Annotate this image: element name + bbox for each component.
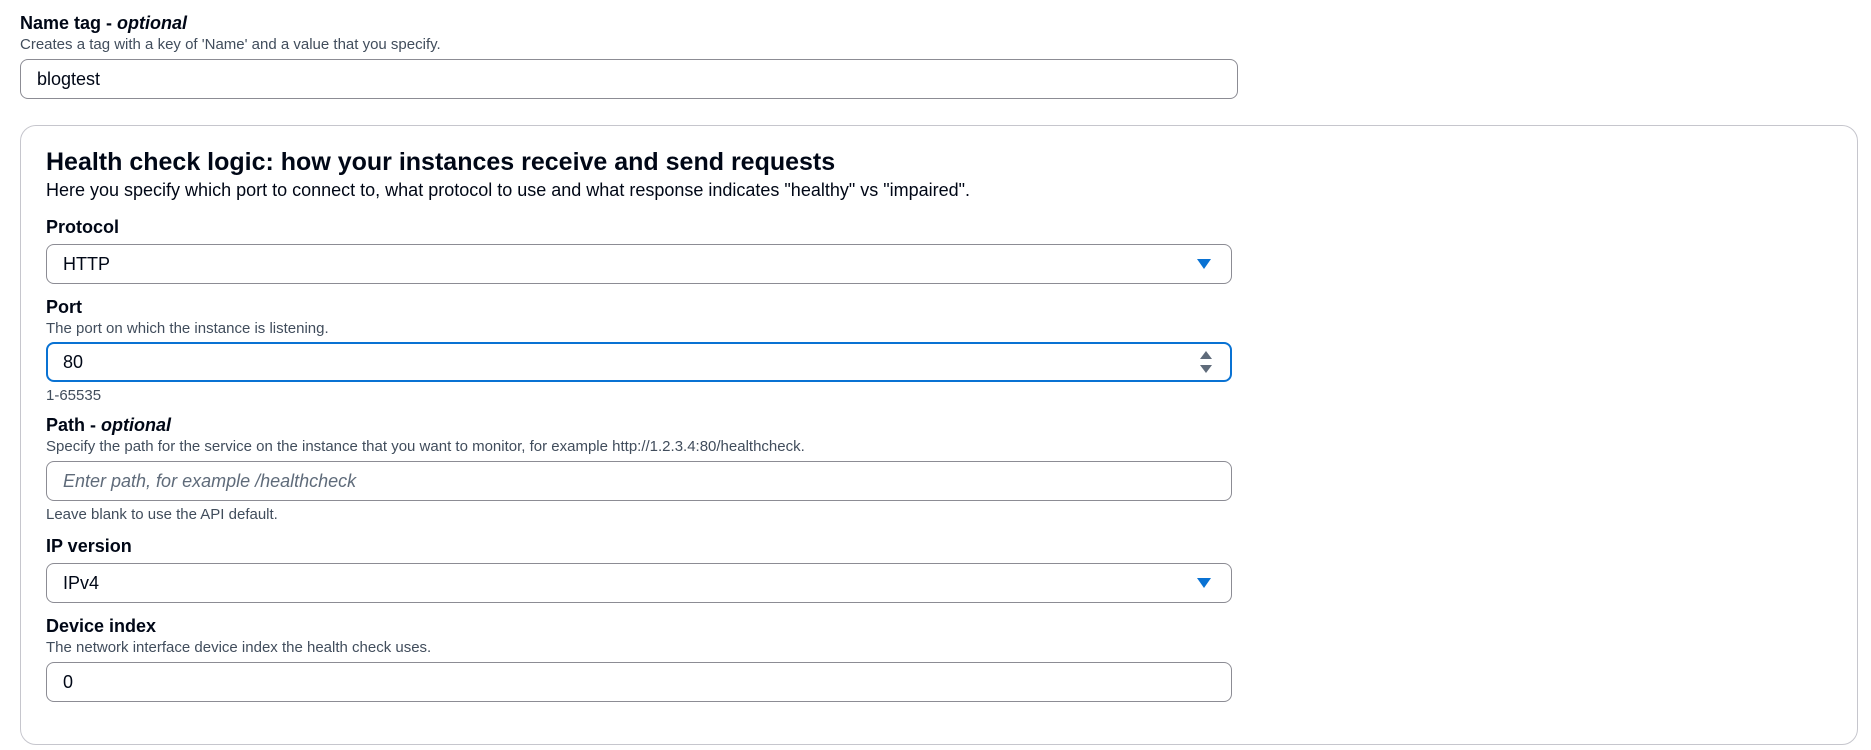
port-label: Port <box>46 297 82 317</box>
path-field: Path - optional Specify the path for the… <box>46 414 1232 525</box>
path-label: Path - optional <box>46 414 1232 436</box>
health-check-title: Health check logic: how your instances r… <box>46 148 836 176</box>
device-index-label: Device index <box>46 616 157 636</box>
path-optional: optional <box>101 415 172 435</box>
device-index-field: Device index The network interface devic… <box>46 615 1232 702</box>
page: Name tag - optional Creates a tag with a… <box>20 12 1860 745</box>
protocol-select[interactable]: HTTP <box>46 244 1232 284</box>
device-index-description: The network interface device index the h… <box>46 639 432 656</box>
port-description: The port on which the instance is listen… <box>46 320 329 337</box>
device-index-input[interactable]: 0 <box>46 662 1232 702</box>
protocol-value: HTTP <box>63 253 110 274</box>
stepper-down-icon[interactable] <box>1200 365 1212 373</box>
caret-down-icon <box>1197 578 1211 588</box>
stepper-up-icon[interactable] <box>1200 351 1212 359</box>
port-field: Port The port on which the instance is l… <box>46 296 1232 406</box>
caret-down-icon <box>1197 259 1211 269</box>
name-tag-optional: optional <box>117 13 188 33</box>
path-input[interactable]: Enter path, for example /healthcheck <box>46 461 1232 501</box>
stepper-icon[interactable] <box>1199 349 1213 375</box>
port-input[interactable]: 80 <box>46 342 1232 382</box>
name-tag-label-text: Name tag - <box>20 13 118 33</box>
path-placeholder: Enter path, for example /healthcheck <box>63 470 357 491</box>
name-tag-description: Creates a tag with a key of 'Name' and a… <box>20 36 441 53</box>
ip-version-label: IP version <box>46 536 132 556</box>
health-check-content: Health check logic: how your instances r… <box>46 146 1232 702</box>
device-index-value: 0 <box>63 671 74 692</box>
name-tag-label: Name tag - optional <box>20 12 1238 34</box>
protocol-field: Protocol HTTP <box>46 216 1232 284</box>
port-value: 80 <box>63 351 84 372</box>
name-tag-value: blogtest <box>37 68 101 89</box>
name-tag-field: Name tag - optional Creates a tag with a… <box>20 12 1238 99</box>
port-hint: 1-65535 <box>46 387 102 404</box>
health-check-container: Health check logic: how your instances r… <box>20 125 1858 745</box>
path-label-text: Path - <box>46 415 102 435</box>
ip-version-select[interactable]: IPv4 <box>46 563 1232 603</box>
ip-version-value: IPv4 <box>63 572 100 593</box>
path-description: Specify the path for the service on the … <box>46 438 805 455</box>
path-hint: Leave blank to use the API default. <box>46 506 278 523</box>
ip-version-field: IP version IPv4 <box>46 535 1232 603</box>
name-tag-input[interactable]: blogtest <box>20 59 1238 99</box>
health-check-description: Here you specify which port to connect t… <box>46 180 971 200</box>
protocol-label: Protocol <box>46 217 120 237</box>
